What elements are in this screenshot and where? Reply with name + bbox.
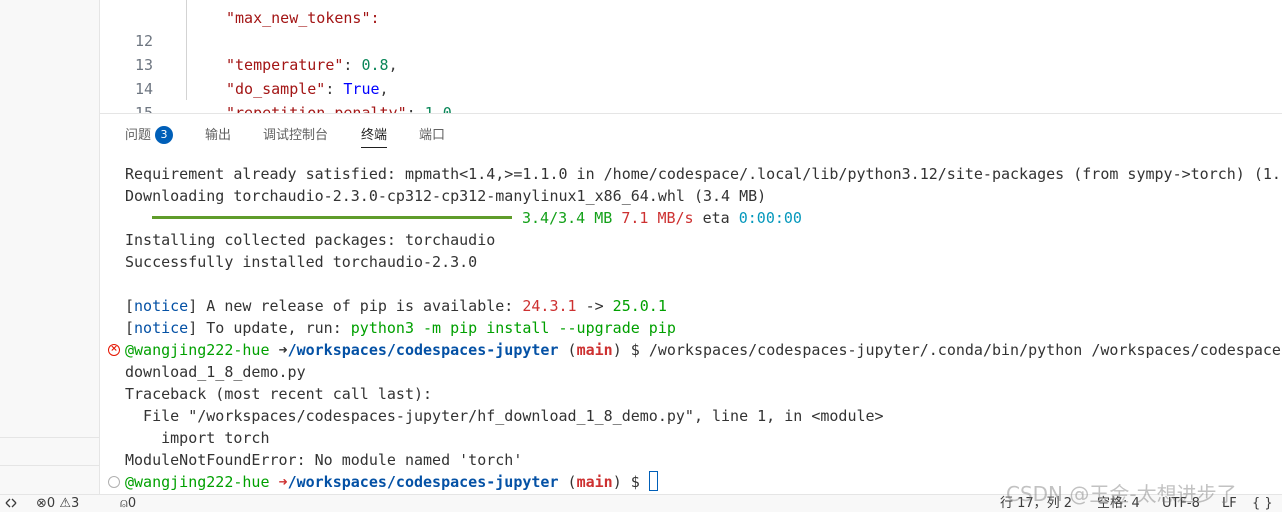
notice-tag: notice [134,297,189,315]
sidebar-divider [0,437,100,438]
terminal-command: /workspaces/codespaces-jupyter/.conda/bi… [648,341,1281,359]
prompt-path: /workspaces/codespaces-jupyter [287,473,559,491]
code-line: 15 } [100,77,1282,113]
line-number: 15 [134,104,153,113]
sidebar-area [0,0,100,494]
error-decoration-icon[interactable]: × [108,344,120,356]
tab-label: 输出 [205,128,232,143]
terminal-line: [notice] A new release of pip is availab… [125,297,667,315]
error-count: 0 [46,496,56,511]
command-decoration-icon[interactable] [108,476,120,488]
pip-old-version: 24.3.1 [522,297,577,315]
prompt-arrow-icon: ➜ [278,341,288,359]
tab-ports[interactable]: 端口 [419,126,445,150]
panel-tabs: 问题 3 输出 调试控制台 终端 端口 [100,114,1282,158]
prompt-dollar: $ [630,341,640,359]
terminal-line: import torch [125,429,270,447]
terminal-line: [notice] To update, run: python3 -m pip … [125,319,676,337]
terminal-line: File "/workspaces/codespaces-jupyter/hf_… [125,407,884,425]
csdn-watermark: CSDN @王金-太想进步了 [1006,482,1237,506]
terminal-line: Successfully installed torchaudio-2.3.0 [125,253,478,271]
prompt-dollar: $ [630,473,640,491]
language-mode-icon[interactable]: { } [1252,496,1273,512]
tab-terminal[interactable]: 终端 [361,126,388,150]
problems-status[interactable]: ⊗0 ⚠3 [36,496,79,512]
terminal-line: download_1_8_demo.py [125,363,306,381]
tab-label: 问题 [125,128,152,143]
ports-count: 0 [127,496,137,511]
prompt-arrow-icon: ➜ [278,473,288,491]
json-colon: : [406,104,425,113]
code-line: 14 "repetition_penalty": 1.0 [100,53,1282,113]
terminal-line: Downloading torchaudio-2.3.0-cp312-cp312… [125,187,767,205]
tab-output[interactable]: 输出 [205,126,231,150]
broadcast-icon: ⍝ [120,496,128,511]
remote-icon[interactable] [4,496,18,512]
ports-status[interactable]: ⍝0 [120,496,136,512]
tab-problems[interactable]: 问题 3 [125,126,174,150]
problems-count-badge: 3 [155,126,174,144]
progress-speed: 7.1 MB/s [621,209,694,227]
upgrade-command: python3 -m pip install --upgrade pip [350,319,676,337]
terminal[interactable]: Requirement already satisfied: mpmath<1.… [100,163,1282,495]
download-progress-bar [152,216,512,219]
prompt-path: /workspaces/codespaces-jupyter [287,341,559,359]
code-line: 13 "do_sample": True, [100,29,1282,98]
sidebar-divider [0,465,100,466]
notice-tag: notice [134,319,189,337]
progress-size: 3.4/3.4 MB [522,209,613,227]
pip-new-version: 25.0.1 [612,297,667,315]
bottom-panel: 问题 3 输出 调试控制台 终端 端口 Requirement already s… [100,113,1282,494]
terminal-cursor[interactable] [648,471,658,491]
warning-count: 3 [70,496,80,511]
error-icon: ⊗ [36,496,47,511]
terminal-line: Installing collected packages: torchaudi… [125,231,496,249]
tab-label: 终端 [361,128,388,143]
notice-text: A new release of pip is available: [197,297,523,315]
progress-eta-label: eta [702,209,730,227]
json-key: "repetition_penalty" [226,104,407,113]
prompt-user: @wangjing222-hue [125,473,270,491]
prompt-user: @wangjing222-hue [125,341,270,359]
terminal-line: Requirement already satisfied: mpmath<1.… [125,165,1282,183]
notice-text: To update, run: [197,319,351,337]
prompt-branch: main [576,473,613,491]
tab-label: 调试控制台 [263,128,329,143]
code-line: 12 "temperature": 0.8, [100,5,1282,74]
tab-label: 端口 [419,128,446,143]
terminal-line: Traceback (most recent call last): [125,385,433,403]
notice-arrow: -> [576,297,613,315]
terminal-line: ModuleNotFoundError: No module named 'to… [125,451,523,469]
tab-debug-console[interactable]: 调试控制台 [263,126,328,150]
terminal-line: 3.4/3.4 MB 7.1 MB/s eta 0:00:00 [522,207,802,229]
code-editor[interactable]: "max_new_tokens": 12 "temperature": 0.8,… [100,0,1282,113]
prompt-branch: main [576,341,613,359]
terminal-prompt-line: @wangjing222-hue ➜/workspaces/codespaces… [125,341,1281,359]
progress-eta: 0:00:00 [738,209,802,227]
json-value: 1.0 [424,104,452,113]
terminal-prompt-line: @wangjing222-hue ➜/workspaces/codespaces… [125,471,658,493]
warning-icon: ⚠ [59,496,71,511]
